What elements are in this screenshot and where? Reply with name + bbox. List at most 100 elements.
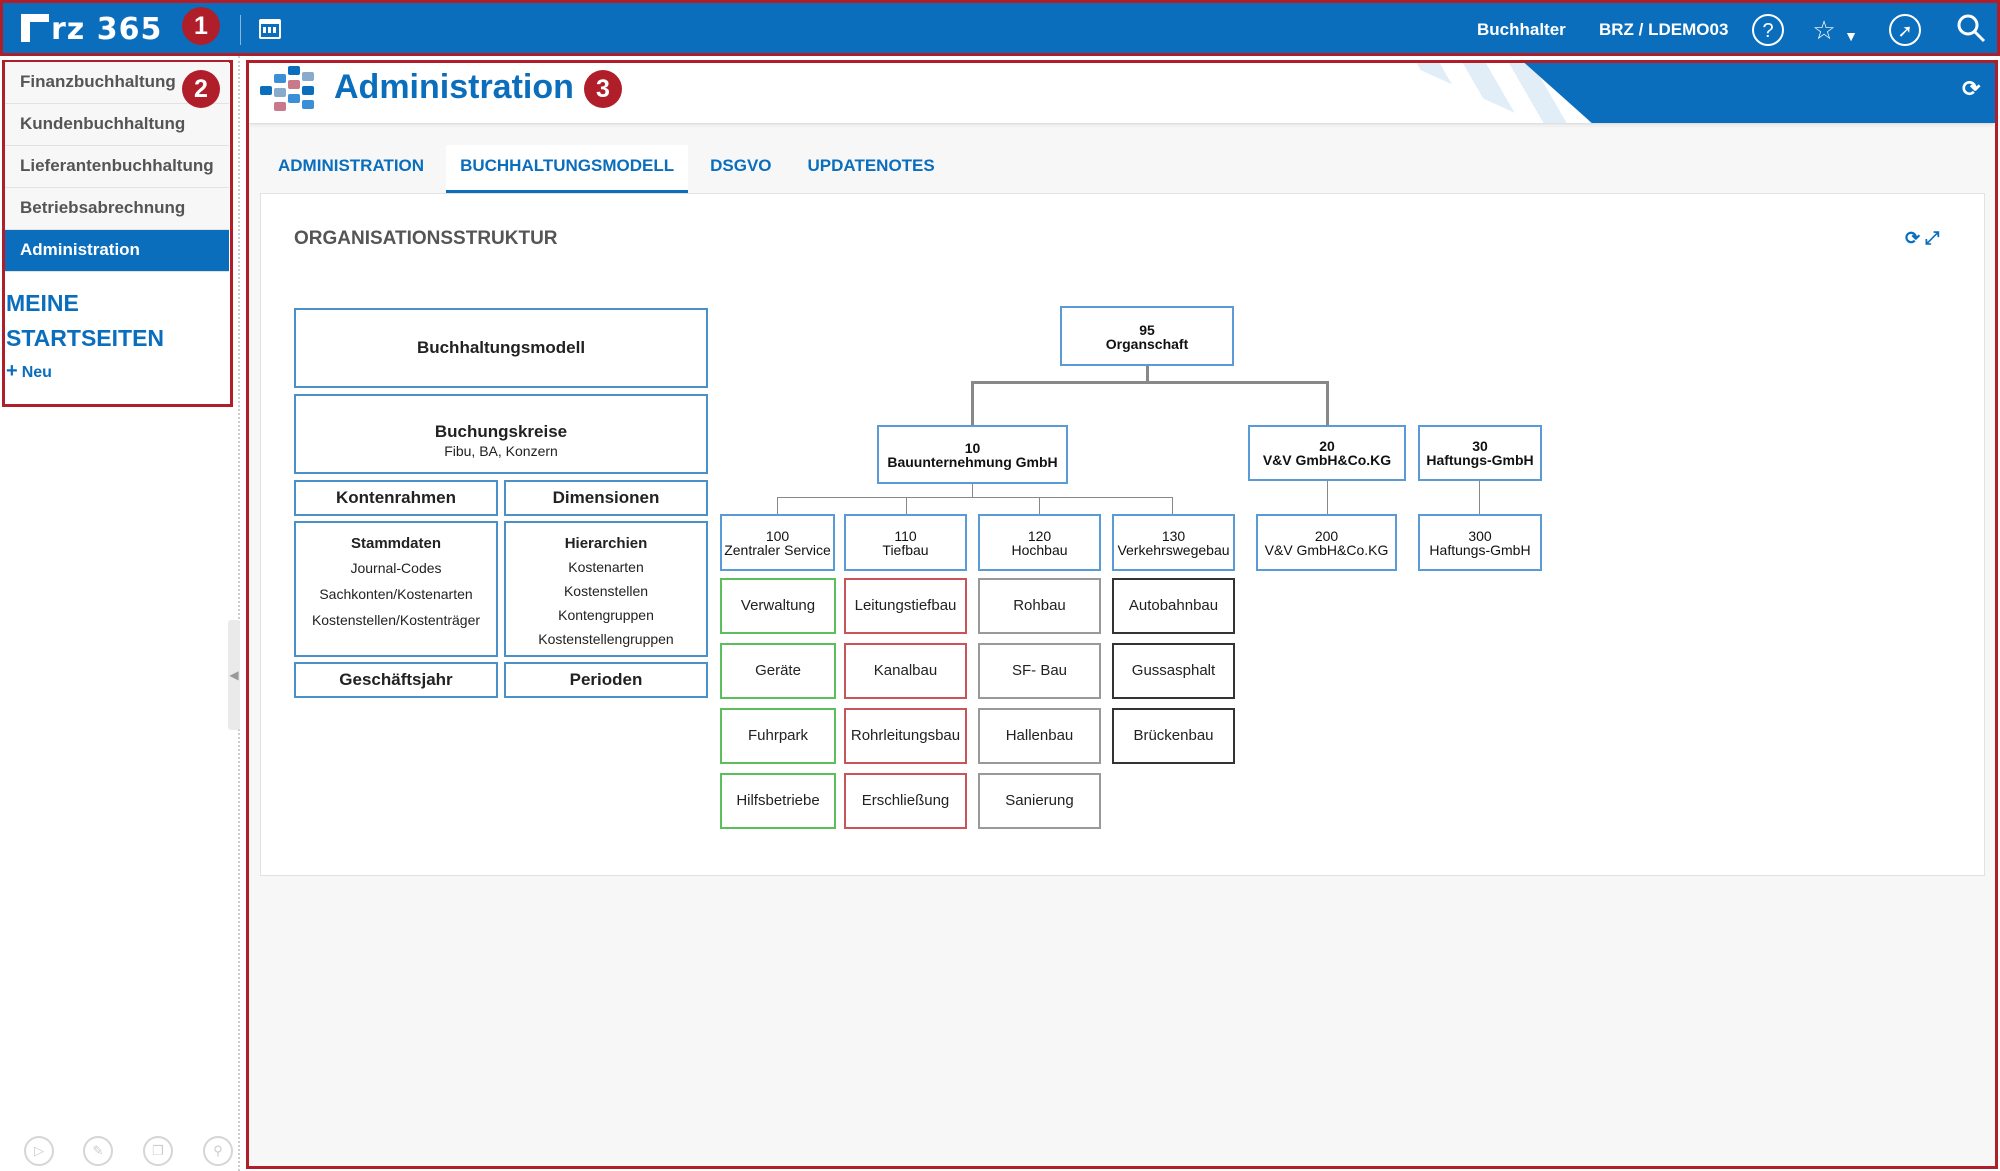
sidebar-item-administration[interactable]: Administration [5,230,229,272]
calendar-icon[interactable] [259,19,281,39]
buchungskreise-label: Buchungskreise [434,422,568,441]
leaf-autobahnbau: Autobahnbau [1112,578,1235,634]
org-node-30: 30 Haftungs-GmbH [1418,425,1542,481]
org-node-110: 110 Tiefbau [844,514,967,571]
collapse-sidebar-handle[interactable]: ◀ [228,620,240,730]
top-bar: rz 365 Buchhalter BRZ / LDEMO03 ? ☆ ▼ ➚ [0,0,2000,56]
org-node-name: Zentraler Service [724,542,831,558]
buchungskreise-sub: Fibu, BA, Konzern [444,443,558,459]
tab-bar: ADMINISTRATION BUCHHALTUNGSMODELL DSGVO … [264,145,957,193]
org-node-name: Hochbau [1011,542,1068,558]
leaf-sf-bau: SF- Bau [978,643,1101,699]
org-node-number: 95 [1139,322,1155,338]
tab-dsgvo[interactable]: DSGVO [696,145,785,193]
tab-administration[interactable]: ADMINISTRATION [264,145,438,193]
topbar-divider [240,15,241,45]
logo-text: rz 365 [51,12,163,47]
org-node-300: 300 Haftungs-GmbH [1418,514,1542,571]
new-label: Neu [21,364,52,381]
brz-logo[interactable]: rz 365 [21,12,162,47]
org-node-120: 120 Hochbau [978,514,1101,571]
geschaeftsjahr-label: Geschäftsjahr [339,670,453,689]
org-node-number: 10 [964,440,981,456]
box-hierarchien: Hierarchien Kostenarten Kostenstellen Ko… [504,521,708,657]
client-label[interactable]: BRZ / LDEMO03 [1599,20,1728,40]
stammdaten-item: Journal-Codes [350,560,442,576]
box-buchungskreise: Buchungskreise Fibu, BA, Konzern [294,394,708,474]
chevron-down-icon[interactable]: ▼ [1843,19,1859,53]
leaf-kanalbau: Kanalbau [844,643,967,699]
role-label[interactable]: Buchhalter [1477,20,1566,40]
org-node-number: 30 [1472,438,1488,454]
leaf-sanierung: Sanierung [978,773,1101,829]
perioden-label: Perioden [569,670,643,689]
connector-line [1326,381,1329,425]
box-dimensionen: Dimensionen [504,480,708,516]
tab-updatenotes[interactable]: UPDATENOTES [794,145,949,193]
org-node-number: 100 [765,528,790,544]
org-node-number: 300 [1468,528,1492,544]
tab-buchhaltungsmodell[interactable]: BUCHHALTUNGSMODELL [446,145,689,193]
pen-icon[interactable]: ✎ [83,1136,113,1166]
plus-icon: + [6,360,18,382]
stammdaten-item: Kostenstellen/Kostenträger [311,612,481,628]
meine-startseiten-heading: MEINE STARTSEITEN [6,290,165,351]
box-kontenrahmen: Kontenrahmen [294,480,498,516]
sidebar-item-kundenbuchhaltung[interactable]: Kundenbuchhaltung [5,104,229,146]
connector-line [972,484,973,498]
help-icon[interactable]: ? [1752,14,1784,46]
org-node-name: Haftungs-GmbH [1429,542,1531,558]
connector-line [1479,481,1480,514]
hierarchien-label: Hierarchien [564,535,648,552]
leaf-rohrleitungsbau: Rohrleitungsbau [844,708,967,764]
hierarchien-item: Kostenarten [568,559,644,575]
org-node-number: 130 [1161,528,1186,544]
leaf-rohbau: Rohbau [978,578,1101,634]
kontenrahmen-label: Kontenrahmen [336,488,456,507]
play-icon[interactable]: ▷ [24,1136,54,1166]
zoom-icon[interactable]: ⚲ [203,1136,233,1166]
hierarchien-item: Kostenstellengruppen [538,631,674,647]
connector-line [906,497,907,514]
sidebar-item-betriebsabrechnung[interactable]: Betriebsabrechnung [5,188,229,230]
search-icon[interactable] [1954,13,1988,47]
copy-icon[interactable]: ❐ [143,1136,173,1166]
connector-line [777,497,778,514]
box-perioden: Perioden [504,662,708,698]
leaf-hilfsbetriebe: Hilfsbetriebe [720,773,836,829]
org-node-number: 200 [1314,528,1339,544]
org-node-name: Tiefbau [882,542,929,558]
org-node-number: 110 [894,528,917,544]
box-buchhaltungsmodell: Buchhaltungsmodell [294,308,708,388]
org-node-10: 10 Bauunternehmung GmbH [877,425,1068,484]
connector-line [1327,481,1328,514]
org-node-95: 95 Organschaft [1060,306,1234,366]
buchhaltungsmodell-label: Buchhaltungsmodell [416,338,586,357]
org-node-name: Bauunternehmung GmbH [887,454,1058,470]
box-stammdaten: Stammdaten Journal-Codes Sachkonten/Kost… [294,521,498,657]
leaf-erschliessung: Erschließung [844,773,967,829]
leaf-gussasphalt: Gussasphalt [1112,643,1235,699]
connector-line [1172,497,1173,514]
connector-line [1039,497,1040,514]
card-title: ORGANISATIONSSTRUKTUR [294,228,558,249]
org-node-130: 130 Verkehrswegebau [1112,514,1235,571]
expand-icon[interactable]: ⤢ [1925,228,1939,248]
badge-1: 1 [182,7,220,45]
leaf-fuhrpark: Fuhrpark [720,708,836,764]
org-node-name: V&V GmbH&Co.KG [1262,452,1392,468]
card-refresh-icon[interactable]: ⟳ [1905,228,1920,248]
compass-icon[interactable]: ➚ [1889,14,1921,46]
leaf-leitungstiefbau: Leitungstiefbau [844,578,967,634]
leaf-hallenbau: Hallenbau [978,708,1101,764]
sidebar-item-lieferantenbuchhaltung[interactable]: Lieferantenbuchhaltung [5,146,229,188]
org-node-name: V&V GmbH&Co.KG [1264,542,1389,558]
sidebar-divider[interactable] [238,56,244,1171]
org-node-name: Verkehrswegebau [1117,542,1230,558]
badge-2: 2 [182,70,220,108]
new-startpage-button[interactable]: + Neu [6,360,52,383]
org-node-name: Haftungs-GmbH [1426,452,1534,468]
org-node-100: 100 Zentraler Service [720,514,835,571]
org-node-200: 200 V&V GmbH&Co.KG [1256,514,1397,571]
star-icon[interactable]: ☆ [1807,13,1841,47]
